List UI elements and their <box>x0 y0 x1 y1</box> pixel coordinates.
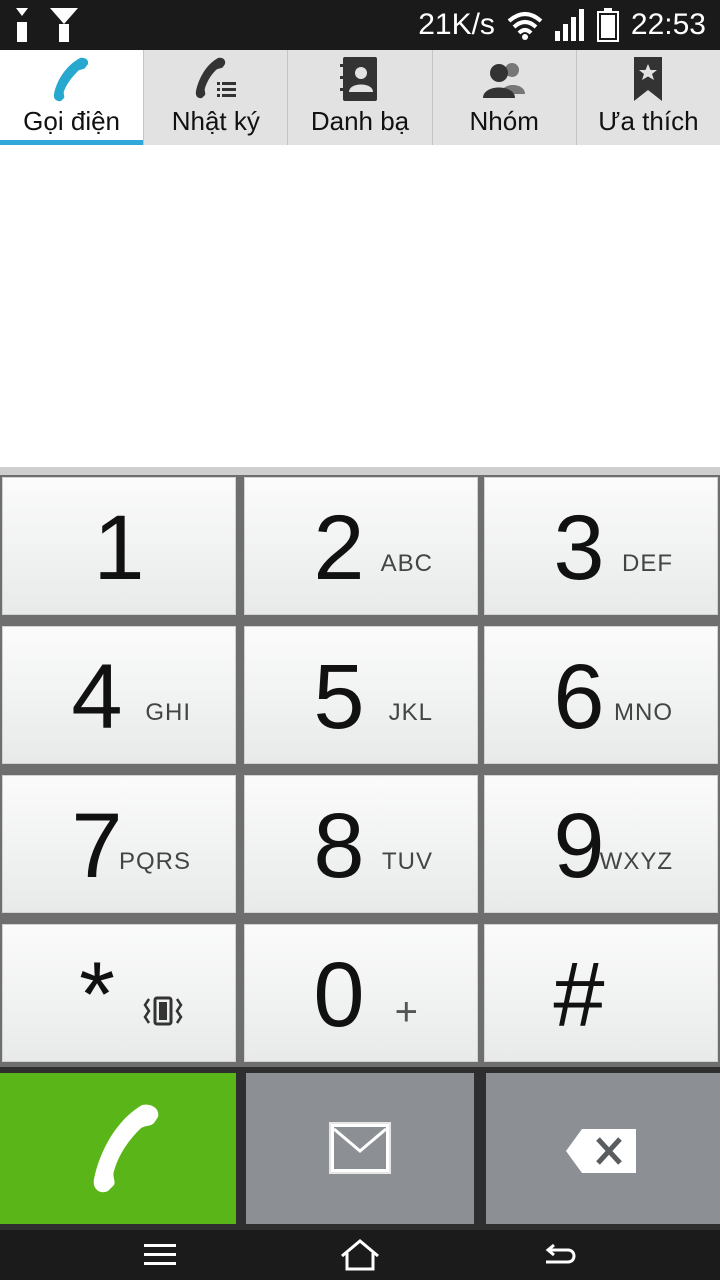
usb-icon <box>16 8 28 42</box>
key-letters: + <box>394 990 419 1034</box>
action-bar <box>0 1067 720 1230</box>
status-bar: 21K/s 22:53 <box>0 0 720 50</box>
signal-icon <box>554 9 584 41</box>
key-digit: 7 <box>71 795 123 897</box>
key-letters: JKL <box>388 699 433 726</box>
contacts-book-icon <box>340 57 377 101</box>
key-2[interactable]: 2 ABC <box>244 477 478 615</box>
menu-icon[interactable] <box>140 1238 180 1272</box>
key-letters: WXYZ <box>599 848 673 875</box>
group-icon <box>483 63 526 98</box>
backspace-icon <box>566 1129 636 1173</box>
key-digit: 1 <box>93 497 145 599</box>
key-digit: 2 <box>313 497 365 599</box>
key-letters: TUV <box>382 848 433 875</box>
tab-contacts[interactable]: Danh bạ <box>287 50 431 145</box>
key-digit: 9 <box>553 795 605 897</box>
key-digit: 8 <box>313 795 365 897</box>
phone-handset-icon <box>93 1104 159 1193</box>
key-star[interactable]: * <box>2 924 236 1062</box>
key-0[interactable]: 0 + <box>244 924 478 1062</box>
home-icon[interactable] <box>340 1238 380 1272</box>
key-5[interactable]: 5 JKL <box>244 626 478 764</box>
key-digit: 3 <box>553 497 605 599</box>
envelope-icon <box>329 1122 391 1174</box>
key-hash[interactable]: # <box>484 924 718 1062</box>
key-8[interactable]: 8 TUV <box>244 775 478 913</box>
tab-favorites[interactable]: Ưa thích <box>575 50 720 145</box>
battery-icon <box>596 8 619 42</box>
tab-label: Danh bạ <box>310 106 410 136</box>
key-9[interactable]: 9 WXYZ <box>484 775 718 913</box>
call-log-icon <box>195 57 236 99</box>
call-button[interactable] <box>0 1073 236 1224</box>
tab-label: Nhật ký <box>171 106 260 136</box>
key-letters: DEF <box>622 550 673 577</box>
vibrate-icon <box>143 996 183 1026</box>
key-7[interactable]: 7 PQRS <box>2 775 236 913</box>
dial-keypad: 1 2 ABC 3 DEF 4 GHI 5 JKL 6 MNO 7 PQRS 8… <box>0 475 720 1067</box>
key-digit: # <box>553 944 605 1046</box>
number-display[interactable] <box>0 145 720 467</box>
key-letters: PQRS <box>118 848 191 875</box>
key-3[interactable]: 3 DEF <box>484 477 718 615</box>
key-digit: 6 <box>553 646 605 748</box>
key-letters: ABC <box>380 550 433 577</box>
back-icon[interactable] <box>540 1238 580 1272</box>
favorite-bookmark-icon <box>634 57 663 101</box>
tab-label: Gọi điện <box>23 106 121 136</box>
tab-label: Nhóm <box>469 106 539 136</box>
tab-call-log[interactable]: Nhật ký <box>143 50 287 145</box>
divider <box>0 467 720 475</box>
clock: 22:53 <box>630 8 706 41</box>
key-6[interactable]: 6 MNO <box>484 626 718 764</box>
tab-label: Ưa thích <box>598 106 699 136</box>
key-4[interactable]: 4 GHI <box>2 626 236 764</box>
download-icon <box>50 8 78 42</box>
navigation-bar <box>0 1230 720 1280</box>
key-letters: GHI <box>145 699 191 726</box>
message-button[interactable] <box>246 1073 474 1224</box>
key-digit: 5 <box>313 646 365 748</box>
tab-dialer[interactable]: Gọi điện <box>0 50 144 145</box>
phone-icon <box>53 57 88 102</box>
net-speed: 21K/s <box>418 8 495 41</box>
delete-button[interactable] <box>486 1073 720 1224</box>
key-digit: 0 <box>313 944 365 1046</box>
tab-groups[interactable]: Nhóm <box>431 50 576 145</box>
tab-bar: Gọi điện Nhật ký Danh bạ Nhóm Ưa thích <box>0 50 720 146</box>
key-digit: 4 <box>71 646 123 748</box>
key-1[interactable]: 1 <box>2 477 236 615</box>
key-letters: MNO <box>614 699 673 726</box>
wifi-icon <box>507 12 543 40</box>
